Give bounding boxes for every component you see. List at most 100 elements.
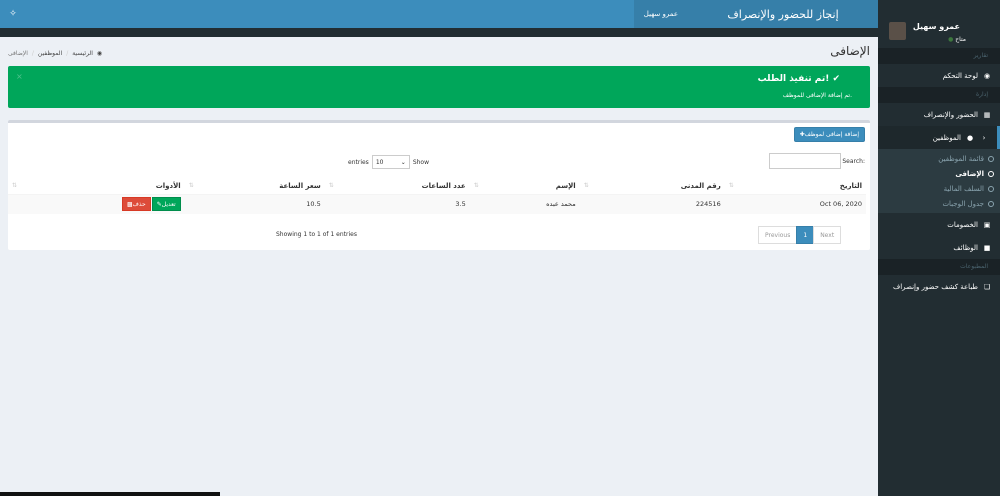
column-header-label: التاريخ [839,181,862,190]
sort-icon: ⇅ [583,181,589,189]
column-header-rate[interactable]: ⇅ سعر الساعة [184,178,325,195]
overtime-table: ⇅ الأدوات ⇅ سعر الساعة ⇅ عدد الساعات ⇅ الإسم… [8,178,866,214]
sidebar-header-admin: إدارة [878,87,1000,103]
cell-rate: 10.5 [184,194,325,214]
sidebar-item-label: الوظائف [953,243,978,252]
edit-label: تعديل [161,200,176,208]
column-header-label: رقم المدنى [680,181,721,190]
sidebar-header-reports: تقارير [878,48,1000,64]
dashboard-icon: ◉ [983,71,991,80]
pagination-previous[interactable]: Previous [758,226,798,244]
search-input[interactable] [769,153,842,169]
briefcase-icon: ■ [983,243,991,252]
sidebar-item-jobs[interactable]: الوظائف ■ [878,236,1000,259]
circle-icon [988,170,994,177]
column-header-label: الأدوات [155,181,181,190]
user-menu[interactable]: عمرو سهيل [632,0,688,28]
top-navbar: ✧ عمرو سهيل إنجاز للحضور والإنصراف [0,0,878,28]
app-brand[interactable]: إنجاز للحضور والإنصراف [688,0,878,28]
column-header-date[interactable]: ⇅ التاريخ [724,178,866,195]
copy-icon: ❏ [983,282,991,291]
success-alert: × تم تنفيذ الطلب! ✔ تم إضافة الإضافى للم… [8,66,870,108]
column-header-name[interactable]: ⇅ الإسم [469,178,580,195]
delete-label: حذف [132,200,146,208]
sidebar-header-print: المطبوعات [878,259,1000,275]
calendar-icon: ▦ [983,110,991,119]
search-label: Search: [842,157,865,165]
check-icon: ✔ [832,74,840,84]
sort-icon: ⇅ [188,181,194,189]
sidebar-item-employee-list[interactable]: قائمة الموظفين [878,151,1000,166]
row-actions: ▩ حذف ✎ تعديل [8,194,185,214]
avatar [889,22,906,40]
sidebar-item-label: قائمة الموظفين [938,154,984,163]
sidebar-item-dashboard[interactable]: لوحة التحكم ◉ [878,64,1000,87]
sidebar-item-label: الإضافى [955,169,984,178]
sidebar-item-attendance[interactable]: الحضور والإنصراف ▦ [878,103,1000,126]
add-overtime-button[interactable]: ✚ إضافة إضافى لموظف [793,127,865,142]
sort-icon: ⇅ [728,181,734,189]
content-header: الإضافى / الموظفين / الرئيسية ◉ الإضافى [8,44,870,60]
sidebar-item-overtime[interactable]: الإضافى [878,166,1000,181]
sidebar-item-deductions[interactable]: الخصومات ▣ [878,213,1000,236]
circle-icon [988,155,994,162]
user-status-text: متاح [955,36,966,43]
sidebar-item-meals[interactable]: جدول الوجبات [878,196,1000,211]
table-info: Showing 1 to 1 of 1 entries [276,231,357,238]
show-label: Show [412,158,430,166]
user-status: ● متاح [948,36,966,43]
sidebar-item-employees[interactable]: الموظفين ● › [878,126,1000,149]
dashboard-icon: ◉ [96,50,103,57]
gear-icon[interactable]: ✧ [0,0,26,28]
taskbar-strip [0,492,220,496]
column-header-label: الإسم [555,181,576,190]
circle-icon [988,185,994,192]
column-header-label: سعر الساعة [279,181,321,190]
sidebar-item-label: الحضور والإنصراف [923,110,978,119]
sidebar-user-name: عمرو سهيل [912,22,960,31]
sidebar-item-label: الخصومات [947,220,978,229]
add-overtime-label: إضافة إضافى لموظف [804,131,859,138]
file-icon: ▣ [983,220,991,229]
page-length-value: 10 [375,158,384,166]
entries-label: entries [348,158,369,166]
alert-title-text: تم تنفيذ الطلب! [757,74,830,84]
sidebar-item-label: طباعة كشف حضور وإنصراف [892,282,978,291]
sort-icon: ⇅ [473,181,479,189]
users-icon: ● [966,133,974,142]
breadcrumb-item-current: الإضافى [8,50,28,57]
pagination-next[interactable]: Next [813,226,842,244]
sidebar-item-print-report[interactable]: طباعة كشف حضور وإنصراف ❏ [878,275,1000,298]
breadcrumb-separator: / [66,50,69,57]
sidebar-item-label: الموظفين [932,133,961,142]
sidebar-item-label: السلف المالية [943,184,984,193]
pagination-page-1[interactable]: 1 [796,226,815,244]
column-header-civil-id[interactable]: ⇅ رقم المدنى [579,178,725,195]
edit-button[interactable]: ✎ تعديل [151,197,181,212]
table-header-row: ⇅ الأدوات ⇅ سعر الساعة ⇅ عدد الساعات ⇅ الإسم… [8,178,866,195]
status-dot-icon: ● [948,36,954,43]
chevron-right-icon: › [982,133,986,142]
search-control: Search: [769,153,865,169]
page-length-select[interactable]: 10 ⌄ [371,155,410,169]
page-title: الإضافى [830,44,870,58]
sidebar-item-label: جدول الوجبات [942,199,984,208]
sidebar-item-advances[interactable]: السلف المالية [878,181,1000,196]
close-icon[interactable]: × [16,72,23,81]
sort-icon: ⇅ [12,181,18,189]
page-length-control: entries 10 ⌄ Show [348,155,429,169]
cell-hours: 3.5 [324,194,470,214]
breadcrumb-item-employees[interactable]: الموظفين [38,50,62,57]
user-panel: عمرو سهيل ● متاح [878,0,1000,48]
breadcrumb-item-home[interactable]: الرئيسية [72,50,93,57]
overtime-box: ✚ إضافة إضافى لموظف entries 10 ⌄ Show Sea… [8,120,870,250]
column-header-label: عدد الساعات [421,181,466,190]
delete-button[interactable]: ▩ حذف [122,197,151,212]
chevron-down-icon: ⌄ [400,158,406,166]
navbar-divider [0,28,878,37]
column-header-tools[interactable]: ⇅ الأدوات [8,178,185,195]
alert-text: تم إضافة الإضافى للموظف. [782,92,852,99]
sidebar-item-label: لوحة التحكم [942,71,978,80]
column-header-hours[interactable]: ⇅ عدد الساعات [324,178,470,195]
table-row: ▩ حذف ✎ تعديل 10.5 3.5 محمد عبده 224516 Oc… [8,194,866,214]
